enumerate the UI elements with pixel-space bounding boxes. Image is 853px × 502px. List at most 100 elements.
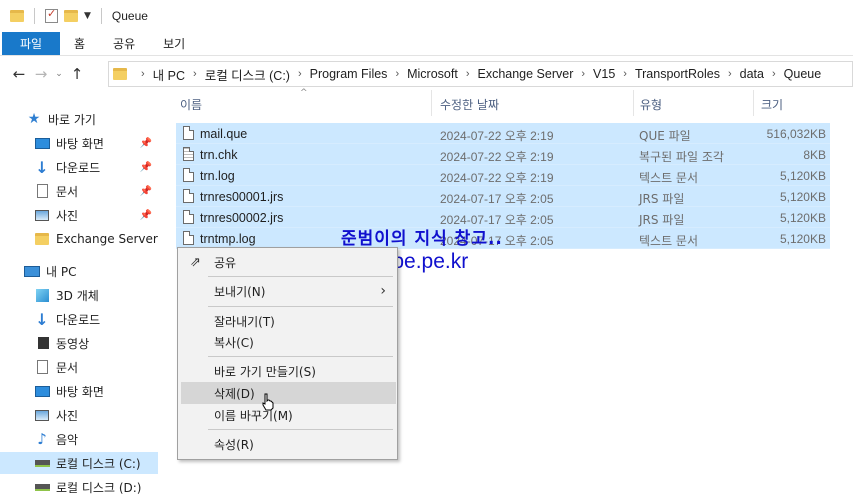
sidebar-item-label: 다운로드 (56, 160, 101, 175)
column-headers: ^ 이름 수정한 날짜 유형 크기 (172, 88, 853, 118)
sidebar-item-label: Exchange Server (56, 232, 158, 246)
sidebar-item-videos[interactable]: 동영상 (0, 332, 158, 354)
tab-share[interactable]: 공유 (99, 32, 149, 55)
recent-locations-button[interactable]: ⌄ (52, 69, 66, 79)
file-row-trn-log[interactable]: trn.log 2024-07-22 오후 2:19 텍스트 문서 5,120K… (176, 165, 830, 186)
breadcrumb-local-disk-c[interactable]: 로컬 디스크 (C:) (205, 65, 290, 84)
new-folder-icon[interactable] (64, 10, 78, 22)
properties-icon[interactable] (45, 7, 58, 23)
menu-item-label: 바로 가기 만들기(S) (214, 364, 316, 379)
sidebar-item-downloads[interactable]: ↓ 다운로드 (0, 308, 158, 330)
menu-item-copy[interactable]: 복사(C) (181, 331, 396, 353)
menu-item-label: 삭제(D) (214, 386, 255, 401)
file-row-mail-que[interactable]: mail.que 2024-07-22 오후 2:19 QUE 파일 516,0… (176, 123, 830, 144)
context-menu: ⇗ 공유 보내기(N) › 잘라내기(T) 복사(C) 바로 가기 만들기(S)… (177, 247, 398, 460)
menu-item-delete[interactable]: 삭제(D) (181, 382, 396, 404)
sidebar-item-3d-objects[interactable]: 3D 개체 (0, 284, 158, 306)
menu-item-label: 공유 (214, 255, 237, 270)
sidebar-item-documents-pinned[interactable]: 문서 📌 (0, 180, 158, 202)
tab-home[interactable]: 홈 (60, 32, 99, 55)
sidebar-item-label: 3D 개체 (56, 288, 99, 303)
title-bar: ▼ Queue (0, 0, 853, 32)
file-size: 8KB (803, 148, 826, 162)
text-file-icon (183, 168, 194, 182)
chevron-right-icon: › (465, 68, 470, 80)
folder-icon (113, 68, 127, 80)
menu-item-send-to[interactable]: 보내기(N) › (181, 280, 396, 302)
chevron-right-icon: › (380, 283, 386, 299)
pin-icon: 📌 (139, 161, 152, 173)
sidebar-item-local-disk-c[interactable]: 로컬 디스크 (C:) (0, 452, 158, 474)
navigation-bar: ← → ⌄ ↑ › 내 PC › 로컬 디스크 (C:) › Program File… (0, 60, 853, 88)
column-divider[interactable] (633, 90, 634, 116)
sidebar-item-label: 사진 (56, 408, 79, 423)
forward-button[interactable]: → (30, 65, 52, 83)
menu-item-properties[interactable]: 속성(R) (181, 433, 396, 455)
menu-item-create-shortcut[interactable]: 바로 가기 만들기(S) (181, 360, 396, 382)
download-icon: ↓ (35, 309, 49, 329)
breadcrumb-exchange-server[interactable]: Exchange Server (477, 67, 573, 81)
back-button[interactable]: ← (8, 65, 30, 83)
file-date: 2024-07-17 오후 2:05 (440, 192, 554, 206)
chevron-right-icon: › (395, 68, 400, 80)
chevron-right-icon: › (193, 68, 197, 80)
chevron-right-icon: › (141, 68, 145, 80)
column-header-name[interactable]: 이름 (180, 96, 202, 113)
breadcrumb-queue[interactable]: Queue (784, 67, 822, 81)
file-row-trnres00001-jrs[interactable]: trnres00001.jrs 2024-07-17 오후 2:05 JRS 파… (176, 186, 830, 207)
file-type: 텍스트 문서 (639, 171, 699, 185)
breadcrumb-this-pc[interactable]: 내 PC (153, 65, 185, 84)
pin-icon: 📌 (139, 137, 152, 149)
menu-item-rename[interactable]: 이름 바꾸기(M) (181, 404, 396, 426)
sidebar-item-label: 바탕 화면 (56, 384, 104, 399)
ribbon-tabs: 파일 홈 공유 보기 (0, 32, 853, 56)
file-date: 2024-07-22 오후 2:19 (440, 129, 554, 143)
breadcrumb-program-files[interactable]: Program Files (310, 67, 388, 81)
sidebar-item-label: 사진 (56, 208, 79, 223)
breadcrumb-v15[interactable]: V15 (593, 67, 615, 81)
file-name: trnres00002.jrs (200, 211, 284, 225)
sidebar-item-desktop-pinned[interactable]: 바탕 화면 📌 (0, 132, 158, 154)
breadcrumb-microsoft[interactable]: Microsoft (407, 67, 458, 81)
sidebar-item-this-pc[interactable]: 내 PC (0, 260, 158, 282)
customize-dropdown-icon[interactable]: ▼ (84, 11, 91, 21)
file-row-trntmp-log[interactable]: trntmp.log 2024-07-17 오후 2:05 텍스트 문서 5,1… (176, 228, 830, 249)
picture-icon (35, 409, 49, 421)
column-header-size[interactable]: 크기 (761, 96, 783, 113)
menu-item-share[interactable]: ⇗ 공유 (181, 251, 396, 273)
menu-item-label: 복사(C) (214, 335, 254, 350)
sidebar-item-pictures[interactable]: 사진 (0, 404, 158, 426)
sidebar-item-quick-access[interactable]: ★ 바로 가기 (26, 108, 184, 130)
recovered-file-icon (183, 147, 194, 161)
file-name: trn.log (200, 169, 235, 183)
video-icon (35, 337, 49, 349)
sidebar-item-label: 바로 가기 (48, 112, 96, 127)
column-header-type[interactable]: 유형 (640, 96, 662, 113)
breadcrumb-data[interactable]: data (740, 67, 764, 81)
file-type: JRS 파일 (639, 192, 685, 206)
sidebar-item-documents[interactable]: 문서 (0, 356, 158, 378)
sidebar-item-pictures-pinned[interactable]: 사진 📌 (0, 204, 158, 226)
file-row-trn-chk[interactable]: trn.chk 2024-07-22 오후 2:19 복구된 파일 조각 8KB (176, 144, 830, 165)
file-name: trntmp.log (200, 232, 256, 246)
chevron-right-icon: › (623, 68, 627, 80)
divider (100, 8, 102, 24)
sidebar-item-music[interactable]: ♪ 음악 (0, 428, 158, 450)
sidebar-item-local-disk-d[interactable]: 로컬 디스크 (D:) (0, 476, 158, 498)
sidebar-item-desktop[interactable]: 바탕 화면 (0, 380, 158, 402)
tab-view[interactable]: 보기 (149, 32, 199, 55)
breadcrumb-transportroles[interactable]: TransportRoles (635, 67, 720, 81)
sidebar-item-exchange-server[interactable]: Exchange Server (0, 228, 158, 250)
file-row-trnres00002-jrs[interactable]: trnres00002.jrs 2024-07-17 오후 2:05 JRS 파… (176, 207, 830, 228)
menu-item-label: 속성(R) (214, 437, 254, 452)
menu-item-label: 보내기(N) (214, 284, 266, 299)
address-bar[interactable]: › 내 PC › 로컬 디스크 (C:) › Program Files › Micro… (108, 61, 853, 87)
column-divider[interactable] (431, 90, 432, 116)
tab-file[interactable]: 파일 (2, 32, 60, 55)
music-note-icon: ♪ (37, 430, 47, 448)
column-header-date[interactable]: 수정한 날짜 (440, 96, 499, 113)
sidebar-item-downloads-pinned[interactable]: ↓ 다운로드 📌 (0, 156, 158, 178)
up-button[interactable]: ↑ (66, 65, 88, 83)
column-divider[interactable] (753, 90, 754, 116)
menu-item-cut[interactable]: 잘라내기(T) (181, 310, 396, 332)
